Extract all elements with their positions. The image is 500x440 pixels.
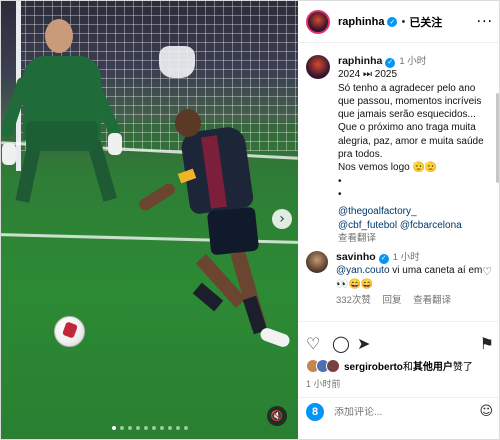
verified-icon: ✓: [378, 253, 389, 264]
carousel-dot: [136, 426, 140, 430]
liked-by-text: sergiroberto和其他用户赞了: [344, 358, 473, 373]
caption-time: 1 小时: [399, 56, 427, 67]
heart-icon[interactable]: ♡: [306, 334, 320, 353]
liked-by: sergiroberto和其他用户赞了: [306, 358, 473, 373]
post-actions: ♡ ◯ ➤ ⚑ sergiroberto和其他用户赞了 1 小时前 8 ☺: [298, 321, 499, 426]
separator-dot: •: [401, 15, 406, 28]
comment-likes[interactable]: 332次赞: [336, 295, 371, 306]
comments-section[interactable]: raphinha ✓ 1 小时 2024 ⏭ 2025 Só tenho a agr…: [298, 43, 499, 321]
verified-icon: ✓: [385, 57, 396, 68]
comment-like-icon[interactable]: ♡: [482, 265, 492, 278]
player-boot: [258, 326, 292, 349]
liker-username[interactable]: sergiroberto: [344, 362, 403, 373]
carousel-dot: [112, 426, 116, 430]
bookmark-icon[interactable]: ⚑: [480, 334, 494, 353]
author-avatar[interactable]: [306, 9, 330, 34]
comment-text: savinho ✓ 1 小时 @yan.couto vi uma caneta aí…: [336, 251, 486, 307]
speaker-muted-icon: 🔇: [270, 410, 284, 422]
comment-icon[interactable]: ◯: [332, 334, 350, 353]
liked-by-suffix: 赞了: [452, 362, 473, 373]
comment-input[interactable]: [334, 406, 454, 418]
caption-line: Que o próximo ano traga muita alegria, p…: [338, 122, 484, 161]
more-horizontal-icon[interactable]: ···: [477, 14, 493, 30]
carousel-dot: [160, 426, 164, 430]
liker-avatar: [326, 358, 340, 373]
action-icons: ♡ ◯ ➤ ⚑: [306, 334, 494, 354]
scrollbar[interactable]: [496, 93, 499, 183]
caption-author-avatar[interactable]: [306, 55, 330, 79]
player-shorts: [206, 206, 260, 256]
carousel-dot: [128, 426, 132, 430]
player-arm: [136, 181, 178, 213]
carousel-dot: [120, 426, 124, 430]
share-icon[interactable]: ➤: [357, 334, 370, 353]
post-side-panel: raphinha ✓ • 已关注 ··· raphinha ✓ 1 小时 2024 …: [298, 1, 499, 439]
goalkeeper-head: [45, 19, 73, 53]
caption-text: raphinha ✓ 1 小时 2024 ⏭ 2025 Só tenho a agr…: [338, 55, 494, 245]
other-likers-link[interactable]: 其他用户: [413, 362, 453, 373]
commenter-avatar[interactable]: [306, 251, 328, 273]
post-window: › 🔇 raphinha ✓ • 已关注 ··· raphinha ✓ 1 小时 2…: [0, 0, 500, 440]
caption-username[interactable]: raphinha: [338, 55, 382, 67]
current-user-avatar: 8: [306, 403, 324, 421]
following-button[interactable]: 已关注: [409, 14, 442, 30]
post-timestamp: 1 小时前: [306, 379, 341, 389]
mention-link[interactable]: @thegoalfactory_: [338, 206, 417, 217]
towel: [159, 46, 195, 78]
mention-link[interactable]: @fcbarcelona: [400, 220, 462, 231]
carousel-dot: [184, 426, 188, 430]
goalkeeper-glove: [2, 143, 16, 165]
post-header: raphinha ✓ • 已关注 ···: [298, 1, 499, 43]
author-username[interactable]: raphinha: [338, 16, 384, 28]
caption-line: 2024 ⏭ 2025: [338, 69, 398, 81]
caption-line: Só tenho a agradecer pelo ano que passou…: [338, 82, 482, 121]
caption-line: Nos vemos logo 🫡🫡: [338, 162, 438, 174]
mention-link[interactable]: @yan.couto: [336, 265, 390, 276]
comment-meta: 332次赞 回复 查看翻译: [336, 294, 486, 307]
carousel-indicator: [95, 426, 205, 432]
carousel-dot: [168, 426, 172, 430]
goalkeeper-shorts: [26, 121, 98, 151]
verified-icon: ✓: [387, 16, 398, 27]
reply-button[interactable]: 回复: [383, 295, 402, 306]
caption-line: •: [338, 175, 342, 187]
mention-link[interactable]: @cbf_futebol: [338, 220, 397, 231]
carousel-dot: [176, 426, 180, 430]
emoji-icon[interactable]: ☺: [479, 404, 493, 419]
caption-line: •: [338, 188, 342, 200]
next-slide-button[interactable]: ›: [272, 209, 292, 229]
see-translation-link[interactable]: 查看翻译: [338, 232, 494, 245]
comment-time: 1 小时: [392, 252, 420, 263]
post-video[interactable]: › 🔇: [1, 1, 298, 439]
mute-button[interactable]: 🔇: [267, 406, 287, 426]
goalkeeper-glove: [108, 133, 122, 155]
add-comment-bar: 8 ☺: [298, 397, 499, 426]
liked-by-connector: 和: [402, 362, 413, 373]
see-translation-link[interactable]: 查看翻译: [413, 295, 451, 306]
carousel-dot: [152, 426, 156, 430]
player-head: [175, 109, 201, 137]
carousel-dot: [144, 426, 148, 430]
commenter-username[interactable]: savinho: [336, 251, 376, 263]
chevron-right-icon: ›: [279, 211, 285, 227]
